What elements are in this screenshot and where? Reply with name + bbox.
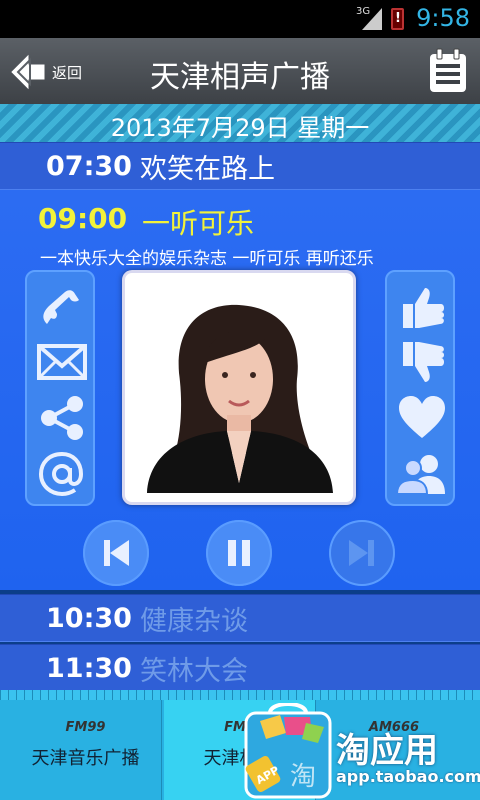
clock: 9:58 bbox=[416, 4, 470, 32]
taobao-watermark: APP 淘 淘应用 app.taobao.com bbox=[240, 703, 480, 800]
thumbs-down-icon[interactable] bbox=[395, 338, 449, 386]
current-program-name: 一听可乐 bbox=[142, 207, 255, 240]
people-icon[interactable] bbox=[395, 450, 449, 498]
program-row-previous[interactable]: 07:30 欢笑在路上 bbox=[0, 142, 480, 190]
skip-next-icon bbox=[349, 540, 374, 566]
host-photo bbox=[135, 283, 343, 493]
tao-glyph: 淘 bbox=[290, 762, 316, 792]
battery-warning-icon bbox=[391, 8, 404, 30]
station-name: 天津音乐广播 bbox=[31, 748, 140, 769]
status-bar: 3G 9:58 bbox=[0, 0, 480, 38]
heart-icon[interactable] bbox=[395, 394, 449, 442]
signal-icon bbox=[362, 8, 382, 30]
next-button[interactable] bbox=[329, 520, 395, 586]
shopping-bag-icon: APP 淘 bbox=[244, 703, 332, 799]
program-time: 10:30 bbox=[46, 602, 132, 634]
skip-previous-icon bbox=[104, 540, 129, 566]
program-name: 健康杂谈 bbox=[140, 605, 248, 637]
phone-icon[interactable] bbox=[35, 284, 89, 332]
share-icon[interactable] bbox=[35, 394, 89, 442]
station-item[interactable]: FM99 天津音乐广播 bbox=[10, 700, 162, 800]
current-program-time: 09:00 bbox=[38, 202, 128, 235]
program-row-next[interactable]: 10:30 健康杂谈 bbox=[0, 594, 480, 642]
mail-icon[interactable] bbox=[35, 338, 89, 386]
program-row-next[interactable]: 11:30 笑林大会 bbox=[0, 644, 480, 692]
pause-button[interactable] bbox=[206, 520, 272, 586]
program-name: 笑林大会 bbox=[140, 655, 248, 687]
at-icon[interactable] bbox=[35, 450, 89, 498]
current-program-panel: 09:00 一听可乐 一本快乐大全的娱乐杂志 一听可乐 再听还乐 bbox=[0, 190, 480, 590]
date-bar: 2013年7月29日 星期一 bbox=[0, 104, 480, 142]
page-title: 天津相声广播 bbox=[150, 60, 330, 95]
host-photo-frame bbox=[122, 270, 356, 505]
current-program-description: 一本快乐大全的娱乐杂志 一听可乐 再听还乐 bbox=[40, 249, 374, 269]
feedback-actions-panel bbox=[385, 270, 455, 506]
station-frequency: FM99 bbox=[65, 720, 106, 735]
contact-actions-panel bbox=[25, 270, 95, 506]
date-label: 2013年7月29日 星期一 bbox=[110, 114, 370, 142]
program-name: 欢笑在路上 bbox=[140, 153, 275, 185]
watermark-text: 淘应用 bbox=[336, 731, 438, 771]
thumbs-up-icon[interactable] bbox=[395, 284, 449, 332]
program-time: 11:30 bbox=[46, 652, 132, 684]
previous-button[interactable] bbox=[83, 520, 149, 586]
calendar-icon[interactable] bbox=[428, 48, 468, 94]
tuner-ruler bbox=[0, 690, 480, 700]
watermark-url: app.taobao.com bbox=[336, 767, 480, 786]
program-time: 07:30 bbox=[46, 150, 132, 182]
title-bar: 返回 天津相声广播 bbox=[0, 38, 480, 104]
pause-icon bbox=[228, 540, 250, 566]
